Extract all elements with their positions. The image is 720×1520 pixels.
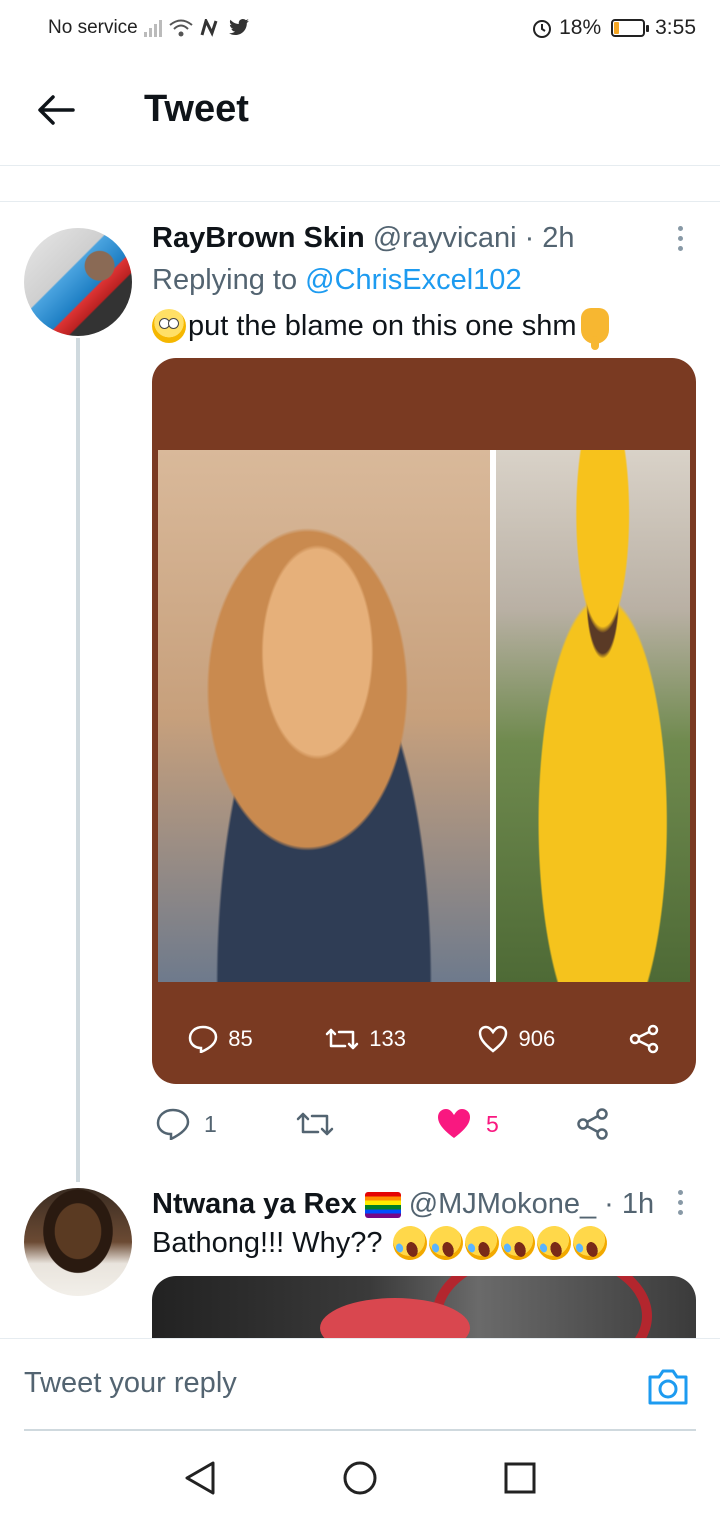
tweet-text: put the blame on this one shm [188, 309, 577, 342]
system-nav-bar [0, 1432, 720, 1520]
tweet-time: · 2h [524, 222, 575, 254]
page-title: Tweet [144, 88, 249, 130]
media-like-stat: 906 [478, 1025, 555, 1053]
more-options-icon[interactable] [668, 1182, 692, 1222]
heart-filled-icon [438, 1109, 470, 1138]
share-button[interactable] [576, 1100, 610, 1148]
media-reply-count: 85 [228, 1026, 253, 1051]
tweet-header: Ntwana ya Rex @MJMokone_ · 1h [152, 1188, 654, 1221]
twitter-bird-icon [228, 19, 249, 36]
media-reply-stat: 85 [188, 1025, 253, 1053]
media-stats-bar: 85 133 906 [152, 994, 696, 1084]
author-handle[interactable]: @MJMokone_ [409, 1188, 596, 1221]
media-photo-right [496, 450, 690, 982]
rainbow-flag-emoji-icon [364, 1191, 401, 1218]
status-left: No service [48, 17, 250, 39]
tweet-text: Bathong!!! Why?? [152, 1226, 383, 1259]
tweet-header: RayBrown Skin @rayvicani · 2h [152, 222, 575, 255]
more-options-icon[interactable] [668, 218, 692, 258]
retweet-button[interactable] [296, 1100, 334, 1148]
nav-recents-button[interactable] [498, 1456, 542, 1500]
thread-connector-line [76, 338, 80, 1182]
tweet-actions: 1 5 [152, 1100, 672, 1148]
replying-to-link[interactable]: @ChrisExcel102 [305, 264, 521, 296]
pointing-down-emoji-icon [580, 308, 609, 350]
battery-fill [614, 22, 620, 34]
clock: 3:55 [655, 16, 696, 39]
tweet-time: · 1h [604, 1188, 655, 1220]
author-name[interactable]: Ntwana ya Rex [152, 1188, 357, 1221]
battery-percent: 18% [559, 16, 602, 39]
share-icon [629, 1024, 658, 1054]
tweet-media[interactable]: 85 133 906 [152, 358, 696, 1084]
reply-button[interactable]: 1 [156, 1100, 217, 1148]
share-icon [577, 1108, 608, 1140]
media-retweet-stat: 133 [325, 1026, 406, 1052]
status-right: 18% 3:55 [531, 16, 696, 40]
replying-to: Replying to @ChrisExcel102 [152, 264, 522, 297]
media-photo-left [158, 450, 490, 982]
nav-home-button[interactable] [338, 1456, 382, 1500]
eye-roll-emoji-icon [152, 309, 186, 343]
rolling-laughing-emoji-icon [460, 1221, 503, 1265]
avatar[interactable] [24, 1188, 132, 1296]
rolling-laughing-emoji-icon [424, 1221, 467, 1265]
tweet-media[interactable] [152, 1276, 696, 1340]
top-app-bar: Tweet [0, 56, 720, 166]
nfc-icon [200, 19, 218, 37]
alarm-icon [533, 20, 552, 38]
retweet-icon [296, 1112, 334, 1136]
author-handle[interactable]: @rayvicani [373, 222, 517, 255]
triangle-back-icon [185, 1461, 215, 1495]
reply-icon [156, 1108, 190, 1140]
camera-button[interactable] [646, 1367, 698, 1411]
back-button[interactable] [30, 88, 82, 132]
heart-icon [479, 1025, 508, 1053]
author-name[interactable]: RayBrown Skin [152, 222, 365, 255]
previous-tweet-sliver [0, 166, 720, 202]
avatar[interactable] [24, 228, 132, 336]
battery-icon [611, 19, 650, 37]
reply-input[interactable]: Tweet your reply [24, 1367, 237, 1400]
tweet-text-row: put the blame on this one shm [152, 308, 609, 350]
wifi-icon [169, 19, 193, 37]
retweet-icon [326, 1028, 359, 1050]
media-like-count: 906 [518, 1026, 556, 1051]
circle-home-icon [343, 1461, 377, 1495]
signal-icon [143, 19, 162, 37]
camera-icon [648, 1369, 688, 1405]
rolling-laughing-emoji-icon [532, 1221, 575, 1265]
square-recents-icon [504, 1462, 536, 1494]
arrow-left-icon [38, 95, 75, 125]
media-share-stat [628, 1024, 660, 1054]
tweet-text-row: Bathong!!! Why?? [152, 1221, 611, 1265]
rolling-laughing-emoji-icon [568, 1221, 611, 1265]
reply-count: 1 [204, 1110, 217, 1137]
replying-to-prefix: Replying to [152, 264, 298, 296]
carrier-label: No service [48, 17, 138, 38]
media-retweet-count: 133 [369, 1026, 406, 1051]
rolling-laughing-emoji-icon [388, 1221, 431, 1265]
rolling-laughing-emoji-icon [496, 1221, 539, 1265]
reply-icon [188, 1025, 218, 1053]
nav-back-button[interactable] [178, 1456, 222, 1500]
reply-divider [24, 1429, 696, 1431]
like-count: 5 [486, 1110, 499, 1137]
status-bar: No service 18% 3:55 [0, 0, 720, 56]
reply-composer: Tweet your reply [0, 1338, 720, 1431]
like-button[interactable]: 5 [436, 1100, 499, 1148]
